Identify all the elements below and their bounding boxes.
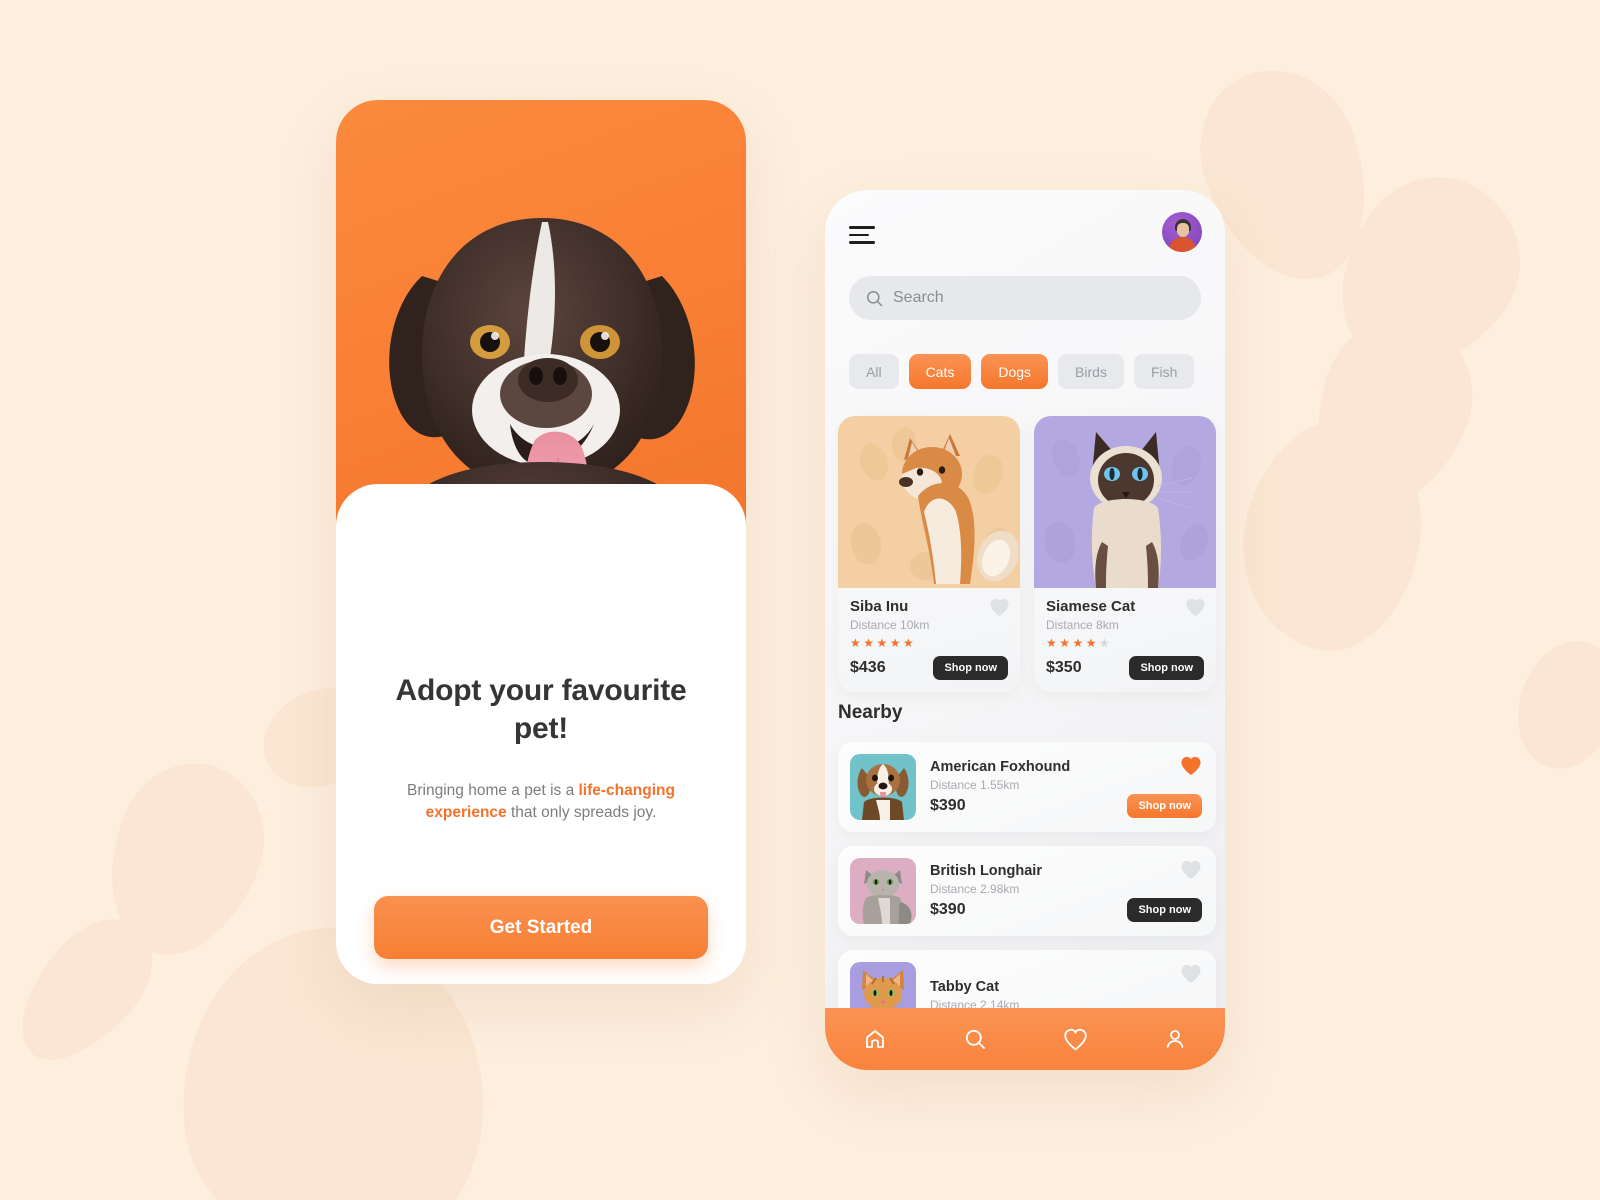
nav-search-button[interactable] [955,1019,995,1059]
category-chip-all[interactable]: All [849,354,899,389]
pet-name: Tabby Cat [930,978,1000,995]
pet-card-image [1034,416,1216,588]
avatar[interactable] [1162,212,1202,252]
pet-card-image [838,416,1020,588]
pet-card-info: Siamese Cat Distance 8km ★★★★★ $350 Shop… [1034,588,1216,692]
category-filter-bar: All Cats Dogs Birds Fish [849,354,1217,389]
heart-icon [1063,1028,1087,1050]
favourite-heart-icon[interactable] [1185,598,1206,617]
nav-favourites-button[interactable] [1055,1019,1095,1059]
nav-profile-button[interactable] [1155,1019,1195,1059]
avatar-body [1169,237,1196,252]
pet-thumbnail [850,754,916,820]
pet-distance: Distance 1.55km [930,778,1020,792]
home-icon [866,1030,884,1048]
list-item[interactable]: American Foxhound Distance 1.55km $390 S… [838,742,1216,832]
home-screen: Search All Cats Dogs Birds Fish Siba Inu… [825,190,1225,1070]
favourite-heart-icon[interactable] [1180,756,1202,776]
background-decoration-layer [0,0,1600,1200]
pet-thumbnail [850,858,916,924]
onboarding-screen: Adopt your favourite pet! Bringing home … [336,100,746,984]
app-header [825,190,1225,270]
pet-card[interactable]: Siba Inu Distance 10km ★★★★★ $436 Shop n… [838,416,1020,692]
shop-now-button[interactable]: Shop now [1129,656,1204,680]
person-icon [1166,1030,1184,1048]
pet-name: American Foxhound [930,759,1071,775]
search-placeholder: Search [893,289,944,306]
avatar-face [1177,223,1189,237]
get-started-button[interactable]: Get Started [374,896,708,959]
bottom-navigation-bar [825,1008,1225,1070]
favourite-heart-icon[interactable] [1180,964,1202,984]
pet-card-info: Siba Inu Distance 10km ★★★★★ $436 Shop n… [838,588,1020,692]
pet-distance: Distance 8km [1046,618,1119,632]
search-icon [965,1029,985,1049]
pet-card[interactable]: Siamese Cat Distance 8km ★★★★★ $350 Shop… [1034,416,1216,692]
rating-stars: ★★★★★ [1046,636,1113,650]
shop-now-button[interactable]: Shop now [1127,794,1202,818]
featured-pet-list: Siba Inu Distance 10km ★★★★★ $436 Shop n… [838,416,1216,692]
pet-name: Siba Inu [850,598,909,615]
paw-print-toe [1502,628,1600,782]
pet-price: $350 [1046,659,1082,676]
pet-name: British Longhair [930,863,1042,879]
favourite-heart-icon[interactable] [989,598,1010,617]
pet-details: Tabby Cat Distance 2.14km [930,979,1202,1012]
category-chip-dogs[interactable]: Dogs [981,354,1049,389]
page-title: Adopt your favourite pet! [395,674,687,746]
search-input[interactable]: Search [849,276,1201,320]
pet-distance: Distance 10km [850,618,930,632]
nav-home-button[interactable] [855,1019,895,1059]
subcopy-before: Bringing home a pet is a [407,782,579,799]
category-chip-birds[interactable]: Birds [1058,354,1124,389]
pet-name: Siamese Cat [1046,598,1136,615]
category-chip-cats[interactable]: Cats [908,354,972,389]
rating-stars: ★★★★★ [850,636,917,650]
search-icon [867,290,883,306]
hamburger-menu-icon[interactable] [849,226,875,249]
favourite-heart-icon[interactable] [1180,860,1202,880]
pet-price: $436 [850,659,886,676]
pet-distance: Distance 2.98km [930,882,1020,896]
shop-now-button[interactable]: Shop now [1127,898,1202,922]
category-chip-fish[interactable]: Fish [1133,354,1195,389]
subcopy-after: that only spreads joy. [506,804,657,822]
list-item[interactable]: British Longhair Distance 2.98km $390 Sh… [838,846,1216,936]
shop-now-button[interactable]: Shop now [933,656,1008,680]
nearby-section-title: Nearby [838,702,903,723]
onboarding-subcopy: Bringing home a pet is a life-changing e… [388,780,694,825]
